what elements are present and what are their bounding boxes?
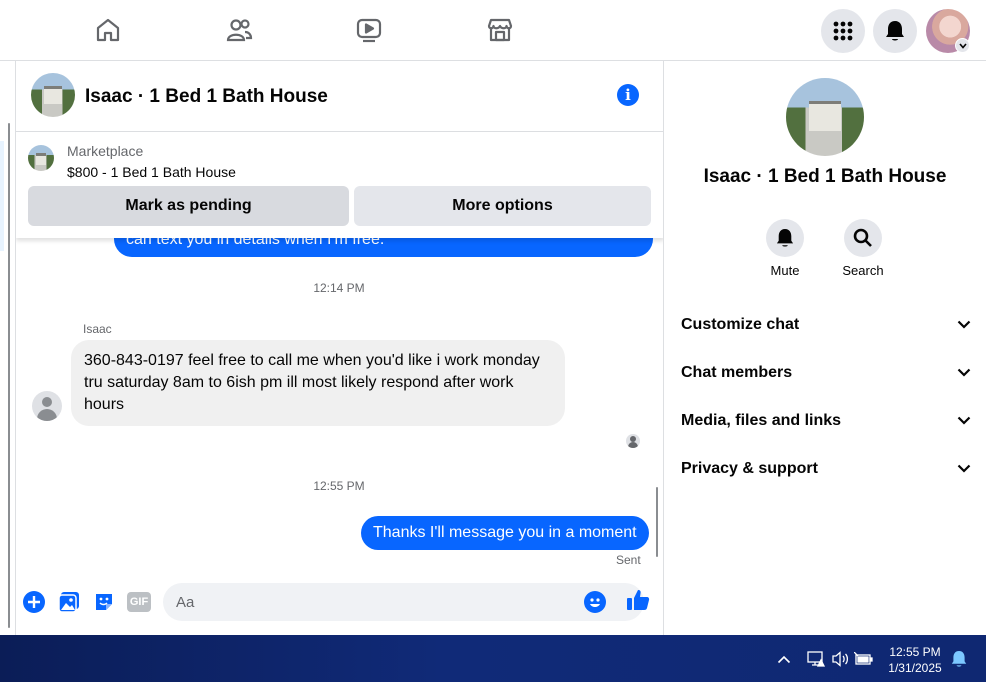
message-text: 360-843-0197 feel free to call me when y… xyxy=(84,352,540,413)
emoji-icon[interactable] xyxy=(584,591,606,613)
menu-grid-icon[interactable] xyxy=(821,9,865,53)
section-label: Chat members xyxy=(681,364,793,381)
mute-label: Mute xyxy=(770,263,800,278)
section-label: Privacy & support xyxy=(681,460,818,477)
network-icon[interactable] xyxy=(806,650,826,668)
listing-label: Marketplace xyxy=(67,143,144,159)
section-label: Customize chat xyxy=(681,316,800,333)
search-label: Search xyxy=(842,263,884,278)
details-avatar[interactable] xyxy=(786,78,864,156)
incoming-message[interactable]: 360-843-0197 feel free to call me when y… xyxy=(71,340,565,426)
top-navigation-bar xyxy=(0,0,986,61)
section-media-files-links[interactable]: Media, files and links xyxy=(681,412,971,436)
conversation-panel: Isaac · 1 Bed 1 Bath House i Marketplace… xyxy=(15,61,664,635)
marketplace-icon[interactable] xyxy=(482,12,518,48)
chevron-down-icon xyxy=(957,416,971,425)
message-input[interactable]: Aa xyxy=(163,583,644,621)
chevron-down-icon xyxy=(957,320,971,329)
conversation-details-panel: Isaac · 1 Bed 1 Bath House Mute Search C… xyxy=(664,61,986,635)
bell-icon[interactable] xyxy=(766,219,804,257)
watch-icon[interactable] xyxy=(351,12,387,48)
section-customize-chat[interactable]: Customize chat xyxy=(681,316,971,340)
message-input-placeholder: Aa xyxy=(176,594,195,611)
selected-chat-indicator xyxy=(0,141,4,251)
sticker-icon[interactable] xyxy=(92,590,116,614)
section-privacy-support[interactable]: Privacy & support xyxy=(681,460,971,484)
conversation-header: Isaac · 1 Bed 1 Bath House i xyxy=(16,61,663,132)
search-action[interactable]: Search xyxy=(828,219,898,278)
more-options-button[interactable]: More options xyxy=(354,186,651,226)
notifications-bell-icon[interactable] xyxy=(873,9,917,53)
marketplace-listing-banner: Marketplace $800 - 1 Bed 1 Bath House Ma… xyxy=(16,132,663,238)
listing-thumbnail[interactable] xyxy=(28,145,54,171)
home-icon[interactable] xyxy=(90,12,126,48)
windows-taskbar: 12:55 PM 1/31/2025 xyxy=(0,635,986,682)
thumbs-up-icon[interactable] xyxy=(626,588,650,612)
message-timestamp: 12:14 PM xyxy=(313,281,365,295)
message-timestamp: 12:55 PM xyxy=(313,479,365,493)
friends-icon[interactable] xyxy=(221,12,257,48)
photo-icon[interactable] xyxy=(57,590,81,614)
chat-list-edge xyxy=(0,61,15,635)
conversation-title[interactable]: Isaac · 1 Bed 1 Bath House xyxy=(85,86,328,108)
chevron-down-icon[interactable] xyxy=(955,38,970,53)
outgoing-message[interactable]: Thanks I'll message you in a moment xyxy=(361,516,649,550)
info-icon[interactable]: i xyxy=(617,84,639,106)
section-label: Media, files and links xyxy=(681,412,842,429)
conversation-scrollbar[interactable] xyxy=(656,487,658,557)
conversation-avatar[interactable] xyxy=(31,73,75,117)
notification-center-icon[interactable] xyxy=(950,650,968,668)
section-chat-members[interactable]: Chat members xyxy=(681,364,971,388)
chat-list-scrollbar[interactable] xyxy=(8,123,10,628)
battery-icon[interactable] xyxy=(854,650,874,668)
message-status: Sent xyxy=(616,553,641,567)
chevron-up-icon[interactable] xyxy=(776,650,792,668)
clock-time: 12:55 PM xyxy=(889,645,941,659)
gif-icon[interactable]: GIF xyxy=(126,590,152,614)
search-icon[interactable] xyxy=(844,219,882,257)
details-title: Isaac · 1 Bed 1 Bath House xyxy=(703,166,947,187)
read-receipt-avatar xyxy=(626,434,640,448)
volume-icon[interactable] xyxy=(830,650,850,668)
message-text: Thanks I'll message you in a moment xyxy=(373,524,637,541)
gif-label: GIF xyxy=(127,592,151,612)
add-icon[interactable] xyxy=(22,590,46,614)
sender-avatar[interactable] xyxy=(32,391,62,421)
chevron-down-icon xyxy=(957,464,971,473)
system-clock[interactable]: 12:55 PM 1/31/2025 xyxy=(880,644,950,676)
clock-date: 1/31/2025 xyxy=(888,661,942,675)
chevron-down-icon xyxy=(957,368,971,377)
mark-as-pending-button[interactable]: Mark as pending xyxy=(28,186,349,226)
sender-name: Isaac xyxy=(83,322,112,336)
mute-action[interactable]: Mute xyxy=(750,219,820,278)
listing-price-title[interactable]: $800 - 1 Bed 1 Bath House xyxy=(67,164,236,180)
